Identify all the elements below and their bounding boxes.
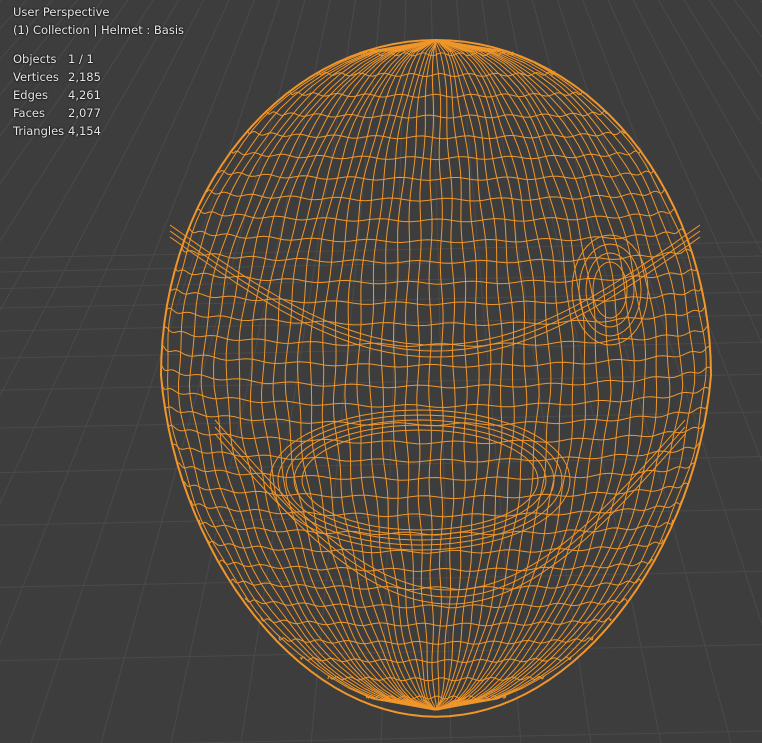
- mesh-edge: [436, 39, 503, 711]
- mesh-edge: [434, 39, 707, 711]
- mesh-edge: [578, 243, 642, 337]
- mesh-edge: [196, 208, 676, 223]
- stat-label: Objects: [13, 52, 57, 66]
- mesh-edge: [435, 39, 586, 711]
- mesh-edge: [278, 636, 594, 645]
- stat-label: Edges: [13, 88, 48, 102]
- mesh-edge: [219, 558, 653, 572]
- stat-row-triangles: Triangles 4,154: [13, 122, 184, 140]
- mesh-edge: [269, 409, 571, 551]
- mesh-edge: [231, 578, 641, 591]
- mesh-edge: [416, 39, 438, 711]
- stat-value: 2,077: [68, 106, 101, 120]
- mesh-edge: [434, 39, 540, 711]
- active-object-context: (1) Collection | Helmet : Basis: [13, 23, 185, 37]
- stat-label: Faces: [13, 106, 45, 120]
- mesh-edge: [166, 305, 706, 327]
- mesh-edge: [435, 39, 635, 711]
- stat-row-edges: Edges 4,261: [13, 86, 184, 104]
- stat-row-objects: Objects 1 / 1: [13, 50, 184, 68]
- mesh-edge: [163, 402, 709, 427]
- stat-row-faces: Faces 2,077: [13, 104, 184, 122]
- mesh-edge: [428, 39, 438, 711]
- mesh-edge: [171, 442, 701, 463]
- mesh-edge: [571, 234, 649, 346]
- viewport-text-overlay: User Perspective (1) Collection | Helmet…: [13, 3, 184, 140]
- mesh-edge: [170, 285, 702, 306]
- mesh-edge: [277, 414, 563, 546]
- 3d-viewport[interactable]: User Perspective (1) Collection | Helmet…: [0, 0, 762, 743]
- mesh-edge: [250, 39, 438, 711]
- scene-statistics: Objects 1 / 1 Vertices 2,185 Edges 4,261…: [13, 50, 184, 140]
- mesh-edge: [206, 188, 666, 202]
- mesh-edge: [393, 39, 437, 711]
- mesh-edge: [208, 539, 664, 554]
- stat-row-vertices: Vertices 2,185: [13, 68, 184, 86]
- mesh-edge: [436, 39, 646, 711]
- stat-value: 1 / 1: [68, 52, 94, 66]
- mesh-edge: [160, 364, 712, 389]
- mesh-edge: [260, 616, 612, 627]
- mesh-edge: [321, 39, 437, 711]
- mesh-edge: [434, 39, 444, 711]
- mesh-edge: [198, 519, 674, 536]
- mesh-edge: [332, 39, 438, 711]
- mesh-edge: [435, 39, 563, 711]
- mesh-edge: [434, 39, 599, 711]
- mesh-edge: [190, 500, 682, 518]
- mesh-edge: [181, 246, 692, 264]
- mesh-edge: [200, 39, 438, 711]
- mesh-edge: [246, 129, 626, 140]
- mesh-edge: [178, 39, 438, 711]
- mesh-edge: [213, 39, 438, 711]
- mesh-edge: [435, 39, 658, 711]
- stat-value: 4,261: [68, 88, 101, 102]
- stat-label: Vertices: [13, 70, 59, 84]
- stat-value: 2,185: [68, 70, 101, 84]
- mesh-edge: [434, 39, 456, 711]
- view-mode-label: User Perspective: [13, 5, 110, 19]
- mesh-edge: [368, 39, 438, 711]
- stat-value: 4,154: [68, 124, 101, 138]
- stat-label: Triangles: [13, 124, 65, 138]
- mesh-edge: [231, 149, 641, 161]
